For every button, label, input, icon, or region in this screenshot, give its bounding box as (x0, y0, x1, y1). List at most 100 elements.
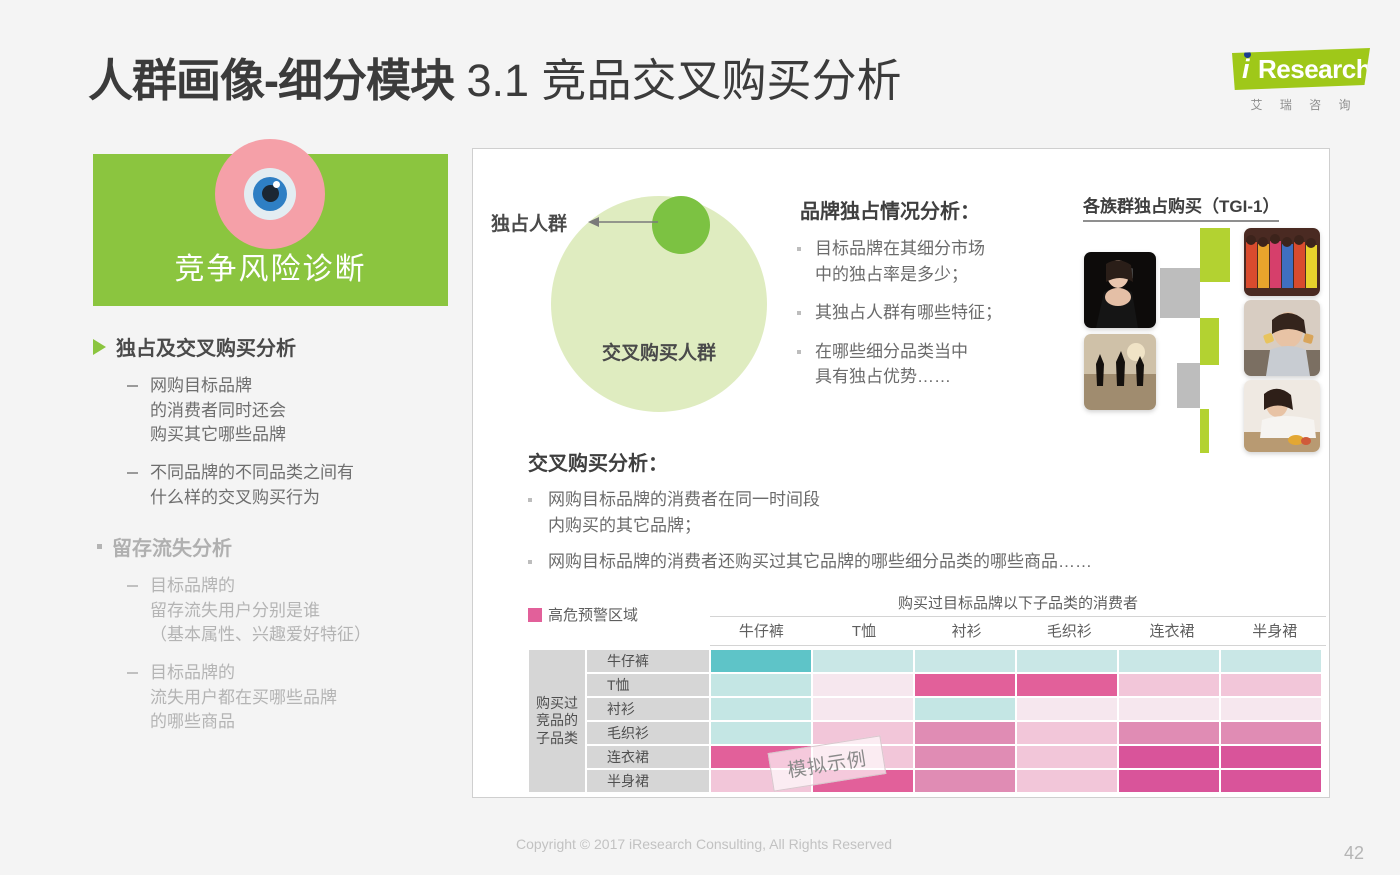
list-item: 网购目标品牌的消费者在同一时间段 内购买的其它品牌； (528, 487, 1318, 538)
heatmap-cell (1220, 649, 1322, 673)
heatmap-cell (914, 769, 1016, 793)
heatmap-cell (812, 673, 914, 697)
heatmap-cell (1118, 697, 1220, 721)
logo-mark: i Research (1232, 48, 1370, 90)
heatmap-cell (710, 697, 812, 721)
outline-subitem-text: 目标品牌的 流失用户都在买哪些品牌 的哪些商品 (150, 663, 337, 732)
eye-sclera (244, 168, 296, 220)
page-title-main: 人群画像-细分模块 (88, 55, 455, 106)
heatmap-cell (914, 649, 1016, 673)
outline-subitem: 不同品牌的不同品类之间有 什么样的交叉购买行为 (127, 461, 473, 510)
heatmap-row-label: 衬衫 (586, 697, 710, 721)
outline-group-title: 独占及交叉购买分析 (116, 338, 296, 360)
dash-marker-icon (127, 585, 138, 588)
heatmap-cell (812, 697, 914, 721)
heatmap-cell (710, 649, 812, 673)
heatmap-cell (1220, 721, 1322, 745)
dash-marker-icon (127, 471, 138, 474)
outline-group-title: 留存流失分析 (112, 538, 232, 561)
heatmap-cell (710, 673, 812, 697)
venn-exclusive-circle (652, 196, 710, 254)
heatmap-column-headers: 牛仔裤 T恤 衬衫 毛织衫 连衣裙 半身裙 (710, 618, 1326, 646)
exclusivity-item-text: 其独占人群有哪些特征； (815, 303, 1002, 322)
table-row: T恤 (586, 673, 1322, 697)
heatmap-col-header: T恤 (851, 623, 877, 640)
eye-iris (253, 177, 287, 211)
venn-arrow-icon (588, 217, 658, 227)
legend-swatch-highrisk (528, 607, 542, 622)
tgi-chart (1078, 224, 1326, 464)
list-item: 目标品牌在其细分市场 中的独占率是多少； (797, 236, 1059, 287)
bullet-dot-icon (528, 560, 532, 564)
heatmap-row-axis-title: 购买过 竞品的 子品类 (528, 649, 586, 793)
outline-group-exclusive[interactable]: 独占及交叉购买分析 网购目标品牌 的消费者同时还会 购买其它哪些品牌 不同品牌的… (93, 332, 473, 510)
exclusivity-item-text: 在哪些细分品类当中 具有独占优势…… (815, 341, 968, 387)
page-title-sub: 3.1 竞品交叉购买分析 (454, 55, 902, 106)
heatmap-column-axis-title: 购买过目标品牌以下子品类的消费者 (710, 592, 1326, 617)
heatmap-col-header: 牛仔裤 (738, 623, 784, 640)
photo-woman-makeup (1084, 252, 1156, 328)
bullet-dot-icon (797, 247, 801, 251)
heatmap-body: 购买过 竞品的 子品类 牛仔裤 T恤 衬衫 毛织衫 连衣裙 半身裙 (528, 649, 1322, 793)
heatmap-row-label: 毛织衫 (586, 721, 710, 745)
heatmap-cell (1016, 721, 1118, 745)
heatmap-cell (1220, 673, 1322, 697)
heatmap-col-header: 连衣裙 (1149, 623, 1195, 640)
table-row: 牛仔裤 (586, 649, 1322, 673)
eye-glint (273, 181, 280, 188)
page-title: 人群画像-细分模块 3.1 竞品交叉购买分析 (88, 44, 902, 109)
tgi-heading: 各族群独占购买（TGI-1） (1083, 192, 1280, 222)
heatmap-row-label: 半身裙 (586, 769, 710, 793)
outline-subitem-text: 不同品牌的不同品类之间有 什么样的交叉购买行为 (150, 462, 354, 507)
heatmap-cell (1016, 769, 1118, 793)
heatmap-row-label: 牛仔裤 (586, 649, 710, 673)
tgi-bar-gray-2 (1177, 363, 1200, 408)
square-marker-icon (97, 544, 102, 550)
exclusivity-item-text: 目标品牌在其细分市场 中的独占率是多少； (815, 239, 985, 284)
sidebar-outline: 独占及交叉购买分析 网购目标品牌 的消费者同时还会 购买其它哪些品牌 不同品牌的… (93, 332, 473, 739)
legend-label: 高危预警区域 (548, 607, 639, 624)
heatmap-cell (914, 745, 1016, 769)
outline-group-header[interactable]: 留存流失分析 (93, 532, 473, 561)
bullet-dot-icon (528, 498, 532, 502)
heatmap-cell (1016, 697, 1118, 721)
heatmap-cell (1220, 697, 1322, 721)
heatmap-cell (1118, 649, 1220, 673)
table-row: 毛织衫 (586, 721, 1322, 745)
logo-letter-i: i (1242, 54, 1250, 84)
copyright-footer: Copyright © 2017 iResearch Consulting, A… (516, 836, 893, 852)
heatmap-cell (1118, 673, 1220, 697)
bullet-dot-icon (797, 349, 801, 354)
heatmap-cell (1016, 649, 1118, 673)
outline-subitem: 目标品牌的 流失用户都在买哪些品牌 的哪些商品 (127, 661, 473, 735)
heatmap-cell (1118, 745, 1220, 769)
dash-marker-icon (127, 385, 138, 387)
slide-canvas: 人群画像-细分模块 3.1 竞品交叉购买分析 i Research 艾 瑞 咨 … (0, 0, 1400, 875)
bullet-dot-icon (797, 311, 801, 315)
outline-subitem: 网购目标品牌 的消费者同时还会 购买其它哪些品牌 (127, 374, 473, 448)
heatmap-cell (1220, 769, 1322, 793)
outline-subitem: 目标品牌的 留存流失用户分别是谁 （基本属性、兴趣爱好特征） (127, 574, 473, 648)
tgi-bar-green-1 (1200, 228, 1230, 282)
cross-purchase-item-text: 网购目标品牌的消费者在同一时间段 内购买的其它品牌； (548, 490, 820, 535)
outline-group-header[interactable]: 独占及交叉购买分析 (93, 332, 473, 361)
heatmap-cell (710, 721, 812, 745)
heatmap-rows: 牛仔裤 T恤 衬衫 毛织衫 连衣裙 半身裙 (586, 649, 1322, 793)
outline-group-retention[interactable]: 留存流失分析 目标品牌的 留存流失用户分别是谁 （基本属性、兴趣爱好特征） 目标… (93, 532, 473, 735)
heatmap-cell (1220, 745, 1322, 769)
heatmap-col-header: 衬衫 (951, 623, 982, 640)
competition-risk-label: 竞争风险诊断 (174, 253, 367, 286)
heatmap-row-label: T恤 (586, 673, 710, 697)
cross-purchase-item-text: 网购目标品牌的消费者还购买过其它品牌的哪些细分品类的哪些商品…… (548, 552, 1092, 571)
exclusivity-list: 目标品牌在其细分市场 中的独占率是多少； 其独占人群有哪些特征； 在哪些细分品类… (797, 236, 1059, 403)
eye-icon (215, 139, 325, 249)
table-row: 半身裙 (586, 769, 1322, 793)
venn-exclusive-label: 独占人群 (491, 214, 568, 235)
heatmap-row-label: 连衣裙 (586, 745, 710, 769)
heatmap-col-header: 半身裙 (1252, 623, 1298, 640)
venn-cross-purchase-label: 交叉购买人群 (601, 343, 716, 364)
list-item: 其独占人群有哪些特征； (797, 300, 1059, 326)
heatmap-col-header: 毛织衫 (1046, 623, 1092, 640)
heatmap-cell (1118, 721, 1220, 745)
photo-woman-lying (1244, 380, 1320, 452)
